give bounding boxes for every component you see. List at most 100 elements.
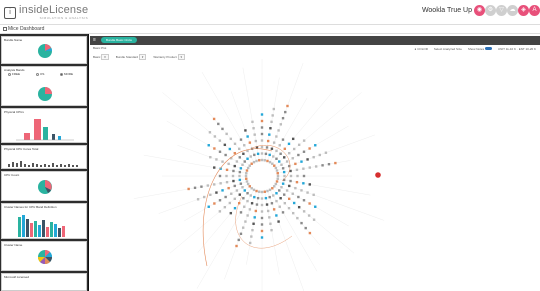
node-marker[interactable] <box>218 199 222 202</box>
node-marker[interactable] <box>219 182 222 185</box>
node-marker[interactable] <box>218 150 222 153</box>
node-marker[interactable] <box>327 162 331 166</box>
node-marker[interactable] <box>242 152 245 155</box>
user-icon[interactable]: A <box>529 5 540 16</box>
node-marker[interactable] <box>266 189 269 193</box>
node-marker[interactable] <box>218 139 222 142</box>
node-marker[interactable] <box>239 211 243 214</box>
radio-free[interactable]: FREE <box>8 72 20 76</box>
node-marker[interactable] <box>308 231 312 235</box>
node-marker[interactable] <box>297 153 300 157</box>
node-marker[interactable] <box>273 164 276 167</box>
node-marker[interactable] <box>212 117 216 121</box>
node-marker[interactable] <box>208 131 212 134</box>
node-marker[interactable] <box>213 183 216 186</box>
node-marker[interactable] <box>295 168 299 172</box>
node-marker[interactable] <box>279 197 282 200</box>
node-marker[interactable] <box>295 180 299 184</box>
node-marker[interactable] <box>287 197 291 201</box>
node-marker[interactable] <box>260 126 264 129</box>
node-marker[interactable] <box>233 164 236 168</box>
node-marker[interactable] <box>297 143 301 147</box>
node-marker[interactable] <box>272 208 276 211</box>
node-marker[interactable] <box>314 165 318 168</box>
show-notes-toggle[interactable]: Show Notes <box>468 47 492 51</box>
node-marker[interactable] <box>291 192 294 195</box>
node-marker[interactable] <box>253 216 256 219</box>
node-marker[interactable] <box>275 214 278 217</box>
radio-more[interactable]: MORE <box>60 72 73 76</box>
cores-histogram[interactable] <box>4 152 86 168</box>
node-marker[interactable] <box>278 160 281 163</box>
node-marker[interactable] <box>274 166 278 170</box>
node-marker[interactable] <box>283 156 286 159</box>
app-logo[interactable]: i insideLicense Simulation & Analysis <box>4 4 88 21</box>
node-marker[interactable] <box>287 151 291 155</box>
node-marker[interactable] <box>308 147 311 150</box>
node-marker[interactable] <box>278 144 281 147</box>
node-marker[interactable] <box>250 202 254 205</box>
node-marker[interactable] <box>207 205 210 208</box>
node-marker[interactable] <box>275 135 278 138</box>
node-marker[interactable] <box>243 160 246 163</box>
node-marker[interactable] <box>258 159 261 162</box>
node-marker[interactable] <box>187 187 190 191</box>
node-marker[interactable] <box>253 133 256 136</box>
node-marker[interactable] <box>237 238 240 242</box>
filter-icon[interactable]: ▽ <box>496 5 507 16</box>
node-marker[interactable] <box>254 209 258 213</box>
node-marker[interactable] <box>314 205 317 208</box>
node-marker[interactable] <box>235 189 239 192</box>
node-marker[interactable] <box>292 147 296 151</box>
node-marker[interactable] <box>279 152 282 155</box>
node-marker[interactable] <box>271 114 274 117</box>
node-marker[interactable] <box>297 205 301 209</box>
node-marker[interactable] <box>291 157 294 160</box>
node-marker[interactable] <box>260 197 264 200</box>
node-marker[interactable] <box>282 170 286 174</box>
node-marker[interactable] <box>269 222 272 225</box>
node-marker[interactable] <box>244 220 247 223</box>
node-marker[interactable] <box>260 158 264 162</box>
node-marker[interactable] <box>264 152 268 156</box>
node-marker[interactable] <box>285 189 289 192</box>
node-marker[interactable] <box>272 141 276 144</box>
node-marker[interactable] <box>296 174 299 178</box>
node-marker[interactable] <box>245 169 249 172</box>
node-marker[interactable] <box>213 135 217 138</box>
node-marker[interactable] <box>229 137 233 141</box>
node-marker[interactable] <box>318 153 321 157</box>
node-marker[interactable] <box>260 236 264 239</box>
node-marker[interactable] <box>312 218 316 221</box>
node-marker[interactable] <box>260 190 264 194</box>
node-marker[interactable] <box>276 172 279 175</box>
node-marker[interactable] <box>244 129 247 132</box>
node-marker[interactable] <box>260 223 264 226</box>
node-marker[interactable] <box>258 190 261 193</box>
node-marker[interactable] <box>228 201 232 205</box>
node-marker[interactable] <box>284 110 287 114</box>
node-marker[interactable] <box>278 189 281 192</box>
bands-pie-chart[interactable] <box>37 86 53 102</box>
node-marker[interactable] <box>224 153 227 157</box>
node-marker[interactable] <box>200 185 203 188</box>
node-marker[interactable] <box>251 120 254 124</box>
node-marker[interactable] <box>256 196 260 200</box>
node-marker[interactable] <box>238 156 241 159</box>
node-marker[interactable] <box>239 167 243 170</box>
node-marker[interactable] <box>280 186 283 189</box>
node-marker[interactable] <box>209 155 212 159</box>
node-marker[interactable] <box>266 209 270 213</box>
node-marker[interactable] <box>272 107 276 111</box>
node-marker[interactable] <box>275 149 278 153</box>
node-marker[interactable] <box>232 169 235 173</box>
node-marker[interactable] <box>250 235 253 238</box>
node-marker[interactable] <box>286 104 289 108</box>
node-marker[interactable] <box>283 193 286 196</box>
menu-icon[interactable]: ≡ <box>93 38 98 43</box>
node-marker[interactable] <box>221 160 224 163</box>
node-marker[interactable] <box>238 193 241 196</box>
node-marker[interactable] <box>255 203 259 206</box>
node-marker[interactable] <box>314 144 317 147</box>
cpu-count-pie-chart[interactable] <box>37 179 53 195</box>
